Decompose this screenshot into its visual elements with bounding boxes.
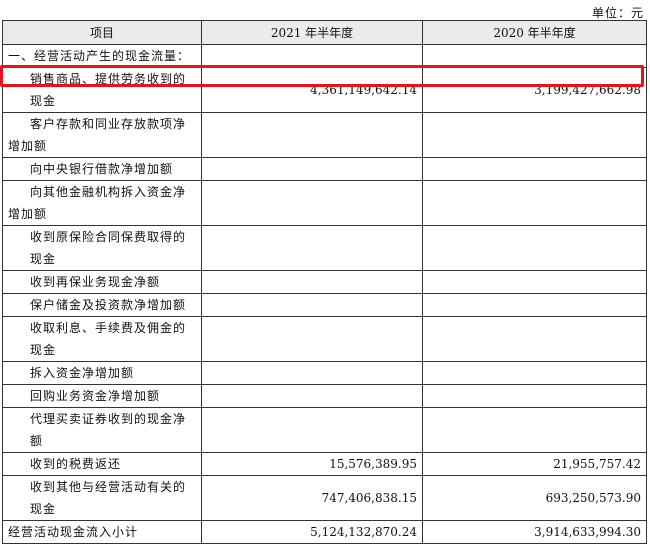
row-label: 向中央银行借款净增加额: [2, 157, 202, 181]
value-2021: [201, 316, 423, 362]
row-label: 向其他金融机构拆入资金净增加额: [2, 180, 202, 226]
value-2020: [422, 384, 647, 408]
header-2020: 2020 年半年度: [422, 20, 647, 45]
row-label: 客户存款和同业存放款项净增加额: [2, 112, 202, 158]
row-label: 回购业务资金净增加额: [2, 384, 202, 408]
table-row-subtotal: 经营活动现金流入小计 5,124,132,870.24 3,914,633,99…: [2, 520, 647, 544]
value-2021: [201, 293, 423, 317]
value-2021: [201, 407, 423, 453]
table-row: 收到其他与经营活动有关的现金 747,406,838.15 693,250,57…: [2, 475, 647, 521]
value-2020: [422, 270, 647, 294]
value-2020: [422, 407, 647, 453]
value-2021: 15,576,389.95: [201, 452, 423, 476]
table-row: 收到原保险合同保费取得的现金: [2, 225, 647, 271]
value-2021: [201, 361, 423, 385]
table-row: 收到再保业务现金净额: [2, 270, 647, 294]
table-row: 拆入资金净增加额: [2, 361, 647, 385]
table-row: 向中央银行借款净增加额: [2, 157, 647, 181]
row-label: 代理买卖证券收到的现金净额: [2, 407, 202, 453]
value-2020: 3,199,427,662.98: [422, 67, 647, 113]
row-label: 收到原保险合同保费取得的现金: [2, 225, 202, 271]
table-row: 回购业务资金净增加额: [2, 384, 647, 408]
row-label: 保户储金及投资款净增加额: [2, 293, 202, 317]
value-2020: [422, 225, 647, 271]
table-row: 收取利息、手续费及佣金的现金: [2, 316, 647, 362]
value-2020: [422, 112, 647, 158]
table-row: 代理买卖证券收到的现金净额: [2, 407, 647, 453]
value-2020: [422, 361, 647, 385]
table-row: 收到的税费返还 15,576,389.95 21,955,757.42: [2, 452, 647, 476]
table-row: 保户储金及投资款净增加额: [2, 293, 647, 317]
value-2020: [422, 316, 647, 362]
table-row: 客户存款和同业存放款项净增加额: [2, 112, 647, 158]
value-2020: [422, 157, 647, 181]
header-2021: 2021 年半年度: [201, 20, 423, 45]
row-label: 收到其他与经营活动有关的现金: [2, 475, 202, 521]
value-2020: 693,250,573.90: [422, 475, 647, 521]
row-label: 收取利息、手续费及佣金的现金: [2, 316, 202, 362]
value-2020: [422, 44, 647, 68]
value-2020: [422, 180, 647, 226]
table-row: 向其他金融机构拆入资金净增加额: [2, 180, 647, 226]
value-2020: [422, 293, 647, 317]
value-2021: 747,406,838.15: [201, 475, 423, 521]
table-row-highlighted: 销售商品、提供劳务收到的现金 4,361,149,642.14 3,199,42…: [2, 67, 647, 113]
value-2021: [201, 180, 423, 226]
value-2021: [201, 384, 423, 408]
value-2021: [201, 112, 423, 158]
value-2021: 5,124,132,870.24: [201, 520, 423, 544]
table-row: 一、经营活动产生的现金流量：: [2, 44, 647, 68]
row-label: 经营活动现金流入小计: [2, 520, 202, 544]
value-2021: [201, 225, 423, 271]
value-2021: [201, 44, 423, 68]
value-2020: 21,955,757.42: [422, 452, 647, 476]
unit-label: 单位：元: [591, 6, 644, 20]
value-2021: [201, 157, 423, 181]
value-2021: [201, 270, 423, 294]
value-2020: 3,914,633,994.30: [422, 520, 647, 544]
row-label: 销售商品、提供劳务收到的现金: [2, 67, 202, 113]
header-item: 项目: [2, 20, 202, 45]
table-header-row: 项目 2021 年半年度 2020 年半年度: [2, 20, 647, 45]
row-label: 收到的税费返还: [2, 452, 202, 476]
row-label: 收到再保业务现金净额: [2, 270, 202, 294]
row-label: 拆入资金净增加额: [2, 361, 202, 385]
cash-flow-table: 项目 2021 年半年度 2020 年半年度 一、经营活动产生的现金流量： 销售…: [2, 20, 647, 544]
row-label: 一、经营活动产生的现金流量：: [2, 44, 202, 68]
value-2021: 4,361,149,642.14: [201, 67, 423, 113]
